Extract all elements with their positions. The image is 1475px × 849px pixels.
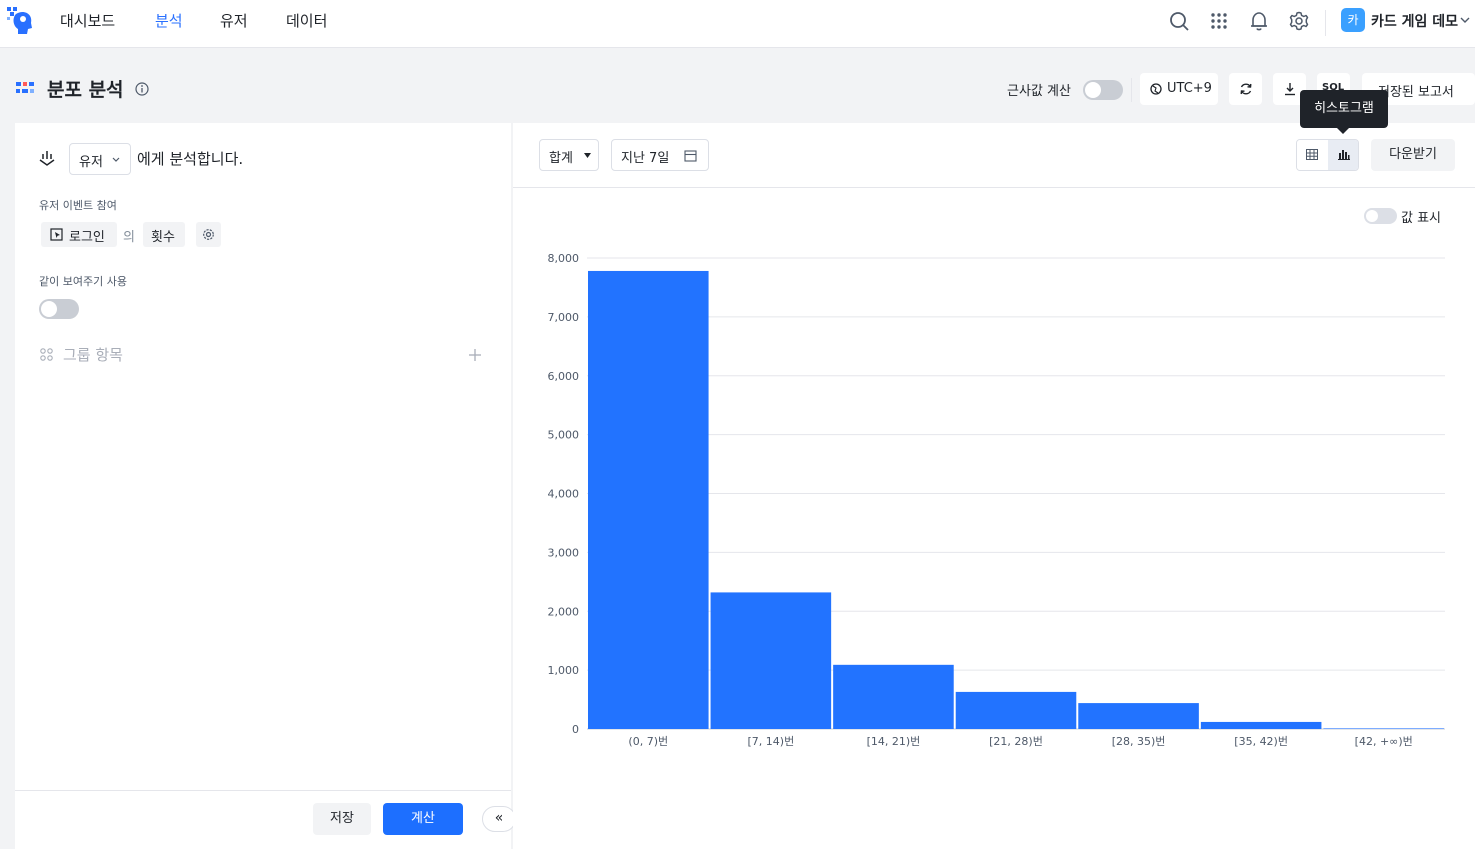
toolbar-divider: [513, 187, 1475, 188]
group-icon: [40, 348, 53, 361]
show-values-toggle[interactable]: [1364, 208, 1397, 224]
settings-gear-icon[interactable]: [1288, 10, 1310, 32]
histogram-chart: 0 1,000 2,000 3,000 4,000 5,000 6,000 7,000 8,00…: [548, 252, 1445, 748]
date-range-picker[interactable]: 지난 7일: [611, 139, 709, 171]
y-tick-label: 1,000: [548, 664, 580, 677]
analyze-text: 에게 분석합니다.: [137, 150, 244, 168]
event-section-label: 유저 이벤트 참여: [39, 199, 117, 212]
nav-divider: [1325, 10, 1326, 36]
gear-icon: [203, 229, 214, 240]
subject-select-value: 유저: [79, 155, 103, 170]
period-toggle[interactable]: [39, 299, 79, 319]
histogram-bar[interactable]: [588, 270, 709, 729]
histogram-tooltip: 히스토그램: [1300, 90, 1388, 134]
distribution-analysis-icon: [16, 82, 34, 93]
nav-item-users[interactable]: 유저: [220, 10, 248, 31]
subject-select[interactable]: 유저: [69, 143, 131, 175]
x-tick-label: [7, 14)번: [748, 735, 795, 748]
x-tick-label: [35, 42)번: [1234, 735, 1288, 748]
project-avatar[interactable]: 카: [1341, 8, 1365, 32]
chevron-down-icon: [112, 157, 120, 162]
add-group-plus-icon[interactable]: [468, 348, 482, 362]
x-tick-label: [14, 21)번: [867, 735, 921, 748]
histogram-bar[interactable]: [1200, 721, 1322, 729]
histogram-bar[interactable]: [955, 691, 1077, 729]
saved-reports-label: 저장된 보고서: [1378, 85, 1454, 100]
page-title: 분포 분석: [47, 79, 124, 101]
chart-panel: 합계 지난 7일 다운받기 값 표시 0 1,000 2,000 3,000 4…: [513, 123, 1475, 849]
project-name[interactable]: 카드 게임 데모: [1371, 11, 1458, 31]
chevron-down-icon[interactable]: [1460, 15, 1470, 25]
metric-settings-button[interactable]: [196, 222, 221, 247]
chart-view-toggle: [1296, 139, 1359, 171]
download-button[interactable]: 다운받기: [1371, 139, 1455, 171]
x-tick-label: (0, 7)번: [628, 735, 668, 748]
panel-footer-divider: [15, 790, 511, 791]
nav-item-data[interactable]: 데이터: [286, 10, 327, 31]
histogram-view-button[interactable]: [1328, 140, 1358, 170]
header-divider: [1131, 78, 1132, 102]
of-text: 의: [123, 230, 135, 245]
top-navigation: 대시보드 분석 유저 데이터 카 카드 게임 데모: [0, 0, 1475, 48]
aggregation-select[interactable]: 합계: [539, 139, 599, 171]
analysis-subject-icon: [39, 151, 55, 166]
approx-calc-label: 근사값 계산: [1007, 84, 1071, 99]
histogram-icon: [1338, 150, 1350, 160]
y-tick-label: 2,000: [548, 605, 580, 618]
x-tick-label: [21, 28)번: [989, 735, 1043, 748]
search-icon[interactable]: [1168, 10, 1190, 32]
app-logo-icon[interactable]: [6, 6, 34, 36]
metric-chip[interactable]: 횟수: [143, 222, 185, 247]
page-header: 분포 분석 근사값 계산 UTC+9 SQL 저장된 보고서: [0, 48, 1475, 123]
download-icon: [1285, 83, 1295, 96]
globe-icon: [1150, 83, 1162, 95]
query-builder-panel: 유저 에게 분석합니다. 유저 이벤트 참여 로그인 의 횟수 같이 보여주기 …: [15, 123, 511, 849]
refresh-icon: [1240, 83, 1252, 95]
bell-icon[interactable]: [1248, 10, 1270, 32]
apps-grid-icon[interactable]: [1208, 10, 1230, 32]
timezone-button[interactable]: UTC+9: [1140, 73, 1218, 105]
y-tick-label: 5,000: [548, 429, 580, 442]
nav-item-dashboard[interactable]: 대시보드: [60, 10, 115, 31]
collapse-panel-button[interactable]: «: [482, 806, 516, 832]
x-tick-label: [28, 35)번: [1112, 735, 1166, 748]
date-range-value: 지난 7일: [621, 151, 670, 166]
calculate-button[interactable]: 계산: [383, 803, 463, 835]
event-chip[interactable]: 로그인: [41, 222, 117, 247]
y-tick-label: 4,000: [548, 488, 580, 501]
histogram-bar[interactable]: [710, 592, 832, 729]
event-cursor-icon: [50, 228, 63, 241]
event-name: 로그인: [69, 230, 105, 245]
y-tick-label: 7,000: [548, 311, 580, 324]
info-icon[interactable]: [135, 82, 149, 96]
y-tick-label: 0: [572, 723, 579, 736]
y-tick-label: 6,000: [548, 370, 580, 383]
histogram-bar[interactable]: [1323, 728, 1444, 729]
timezone-label: UTC+9: [1167, 81, 1212, 96]
show-values-label: 값 표시: [1401, 211, 1442, 226]
y-tick-label: 3,000: [548, 546, 580, 559]
metric-name: 횟수: [151, 230, 175, 245]
table-icon: [1306, 149, 1318, 160]
approx-calc-toggle[interactable]: [1083, 80, 1123, 100]
group-by-label[interactable]: 그룹 항목: [63, 344, 123, 365]
y-tick-label: 8,000: [548, 252, 580, 265]
table-view-button[interactable]: [1297, 140, 1328, 170]
x-tick-label: [42, +∞)번: [1355, 735, 1413, 748]
caret-down-icon: [584, 153, 591, 158]
histogram-bar[interactable]: [833, 664, 954, 729]
nav-item-analysis[interactable]: 분석: [155, 10, 183, 31]
save-button[interactable]: 저장: [313, 803, 371, 835]
aggregation-value: 합계: [549, 151, 573, 166]
calendar-icon: [684, 150, 697, 162]
period-section-label: 같이 보여주기 사용: [39, 275, 127, 288]
refresh-button[interactable]: [1229, 73, 1262, 105]
histogram-bar[interactable]: [1078, 703, 1199, 729]
